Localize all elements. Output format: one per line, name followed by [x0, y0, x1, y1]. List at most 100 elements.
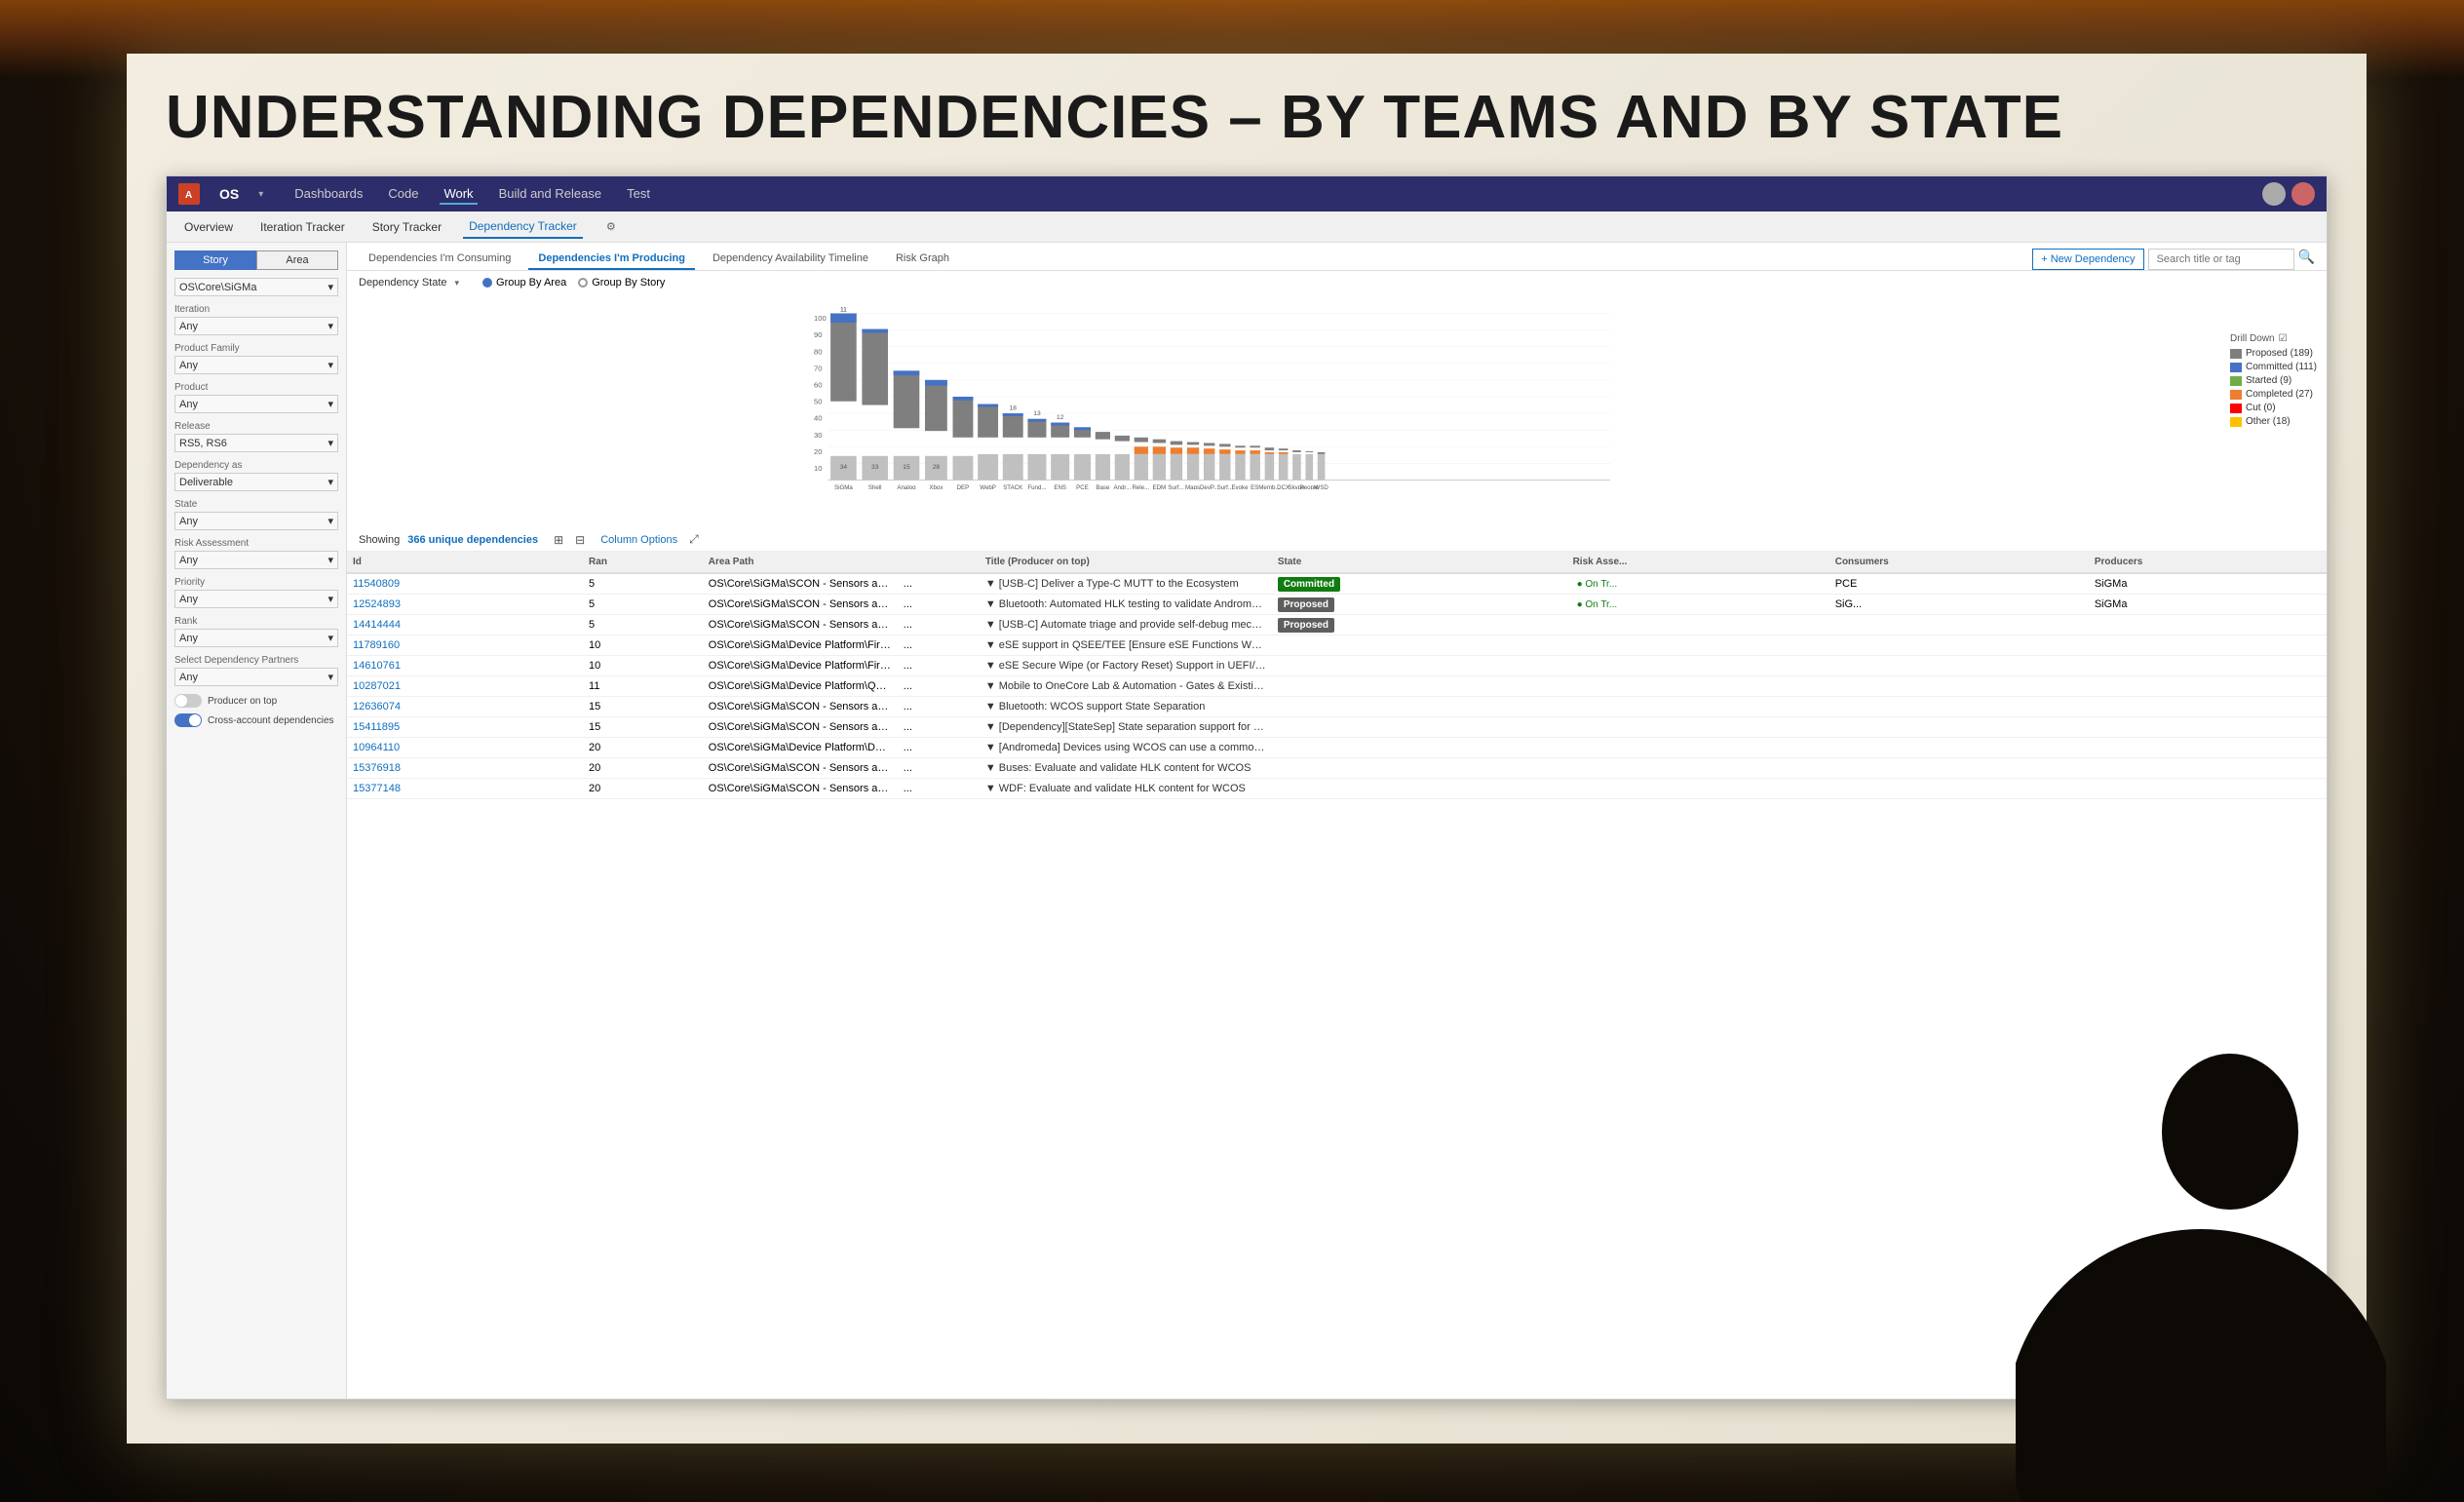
- group-by-area-option[interactable]: Group By Area: [482, 277, 566, 289]
- col-state: State: [1272, 552, 1567, 573]
- tab-risk-graph[interactable]: Risk Graph: [886, 249, 959, 270]
- cell-title: ▼ [USB-C] Automate triage and provide se…: [980, 615, 1272, 635]
- iteration-select[interactable]: Any ▾: [174, 317, 338, 335]
- nav-dashboards[interactable]: Dashboards: [290, 184, 366, 205]
- svg-text:DEP: DEP: [957, 484, 970, 489]
- nav-work[interactable]: Work: [440, 184, 477, 205]
- vsts-sidebar: Story Area OS\Core\SiGMa ▾ Iteration: [167, 243, 347, 1399]
- expand-icon[interactable]: ⊞: [554, 533, 563, 547]
- priority-select[interactable]: Any ▾: [174, 590, 338, 608]
- id-link[interactable]: 12636074: [353, 701, 401, 712]
- legend-completed-color: [2230, 390, 2242, 400]
- subnav-overview[interactable]: Overview: [178, 216, 239, 238]
- iteration-filter: Iteration Any ▾: [174, 304, 338, 335]
- id-link[interactable]: 15376918: [353, 762, 401, 774]
- subnav-story[interactable]: Story Tracker: [366, 216, 447, 238]
- svg-text:Evoke: Evoke: [1231, 484, 1249, 489]
- cell-rank: 11: [583, 676, 703, 697]
- column-options-btn[interactable]: Column Options: [600, 534, 677, 546]
- id-link[interactable]: 11789160: [353, 639, 400, 651]
- legend-cut-color: [2230, 404, 2242, 413]
- cell-area: OS\Core\SiGMa\Device Platform\DnD - Devi…: [703, 738, 898, 758]
- cell-id: 15376918: [347, 758, 583, 779]
- search-icon[interactable]: 🔍: [2298, 249, 2315, 270]
- svg-text:11: 11: [840, 307, 847, 314]
- cell-dots: ...: [898, 635, 980, 656]
- release-select[interactable]: RS5, RS6 ▾: [174, 434, 338, 452]
- person-svg: [2016, 1034, 2386, 1502]
- nav-code[interactable]: Code: [384, 184, 422, 205]
- cell-risk: [1567, 656, 1829, 676]
- group-by-story-option[interactable]: Group By Story: [578, 277, 665, 289]
- project-name: OS: [219, 186, 239, 202]
- svg-text:90: 90: [814, 330, 822, 339]
- svg-text:Fund...: Fund...: [1027, 484, 1046, 489]
- svg-text:Rele...: Rele...: [1132, 484, 1149, 489]
- id-link[interactable]: 14610761: [353, 660, 401, 672]
- rank-select[interactable]: Any ▾: [174, 629, 338, 647]
- cell-risk: [1567, 738, 1829, 758]
- id-link[interactable]: 12524893: [353, 598, 401, 610]
- cell-rank: 5: [583, 595, 703, 615]
- product-family-label: Product Family: [174, 343, 338, 354]
- id-link[interactable]: 15411895: [353, 721, 400, 733]
- id-link[interactable]: 11540809: [353, 578, 400, 590]
- cell-consumers: [1829, 738, 2089, 758]
- nav-build[interactable]: Build and Release: [495, 184, 606, 205]
- partners-select[interactable]: Any ▾: [174, 668, 338, 686]
- cell-rank: 5: [583, 573, 703, 595]
- tab-availability[interactable]: Dependency Availability Timeline: [703, 249, 878, 270]
- cell-risk: [1567, 717, 1829, 738]
- risk-select[interactable]: Any ▾: [174, 551, 338, 569]
- story-toggle-btn[interactable]: Story: [174, 250, 256, 270]
- state-badge: Proposed: [1278, 618, 1334, 633]
- producer-toggle-row: Producer on top: [174, 694, 338, 708]
- table-header-row: Id Ran Area Path Title (Producer on top)…: [347, 552, 2327, 573]
- dependency-search[interactable]: [2148, 249, 2294, 270]
- area-toggle-btn[interactable]: Area: [256, 250, 338, 270]
- dep-state-chevron[interactable]: ▾: [455, 278, 460, 289]
- cross-account-toggle-row: Cross-account dependencies: [174, 713, 338, 727]
- producer-toggle-knob: [175, 695, 187, 707]
- state-label: State: [174, 499, 338, 510]
- cell-area: OS\Core\SiGMa\SCON - Sensors and Connect…: [703, 717, 898, 738]
- state-select[interactable]: Any ▾: [174, 512, 338, 530]
- deliverable-select[interactable]: Deliverable ▾: [174, 473, 338, 491]
- settings-icon[interactable]: ⚙: [606, 220, 616, 233]
- drill-down-icon[interactable]: ☑: [2279, 333, 2288, 344]
- producer-toggle[interactable]: [174, 694, 202, 708]
- cell-producers: SiGMa: [2089, 573, 2327, 595]
- subnav-iteration[interactable]: Iteration Tracker: [254, 216, 351, 238]
- cell-rank: 10: [583, 635, 703, 656]
- product-family-filter: Product Family Any ▾: [174, 343, 338, 374]
- cell-id: 10287021: [347, 676, 583, 697]
- collapse-icon[interactable]: ⊟: [575, 533, 585, 547]
- new-dependency-button[interactable]: + New Dependency: [2032, 249, 2143, 270]
- area-path-select[interactable]: OS\Core\SiGMa ▾: [174, 278, 338, 296]
- expand-fullscreen-icon[interactable]: ⤢: [689, 532, 699, 547]
- priority-label: Priority: [174, 577, 338, 588]
- project-dropdown-arrow[interactable]: ▾: [258, 189, 263, 200]
- cell-id: 15377148: [347, 779, 583, 799]
- id-link[interactable]: 10964110: [353, 742, 400, 753]
- id-link[interactable]: 15377148: [353, 783, 401, 794]
- id-link[interactable]: 10287021: [353, 680, 401, 692]
- svg-text:12: 12: [1057, 414, 1064, 421]
- product-select[interactable]: Any ▾: [174, 395, 338, 413]
- cell-consumers: [1829, 717, 2089, 738]
- table-toolbar: Showing 366 unique dependencies ⊞ ⊟ Colu…: [347, 528, 2327, 552]
- table-row: 14414444 5 OS\Core\SiGMa\SCON - Sensors …: [347, 615, 2327, 635]
- producer-toggle-label: Producer on top: [208, 696, 277, 707]
- tab-producing[interactable]: Dependencies I'm Producing: [528, 249, 695, 270]
- tab-consuming[interactable]: Dependencies I'm Consuming: [359, 249, 520, 270]
- vsts-subnav: Overview Iteration Tracker Story Tracker…: [167, 212, 2327, 243]
- col-consumers: Consumers: [1829, 552, 2089, 573]
- cell-title: ▼ Bluetooth: WCOS support State Separati…: [980, 697, 1272, 717]
- id-link[interactable]: 14414444: [353, 619, 401, 631]
- cell-rank: 20: [583, 738, 703, 758]
- nav-test[interactable]: Test: [623, 184, 654, 205]
- cell-id: 15411895: [347, 717, 583, 738]
- subnav-dependency[interactable]: Dependency Tracker: [463, 215, 583, 239]
- cross-account-toggle[interactable]: [174, 713, 202, 727]
- product-family-select[interactable]: Any ▾: [174, 356, 338, 374]
